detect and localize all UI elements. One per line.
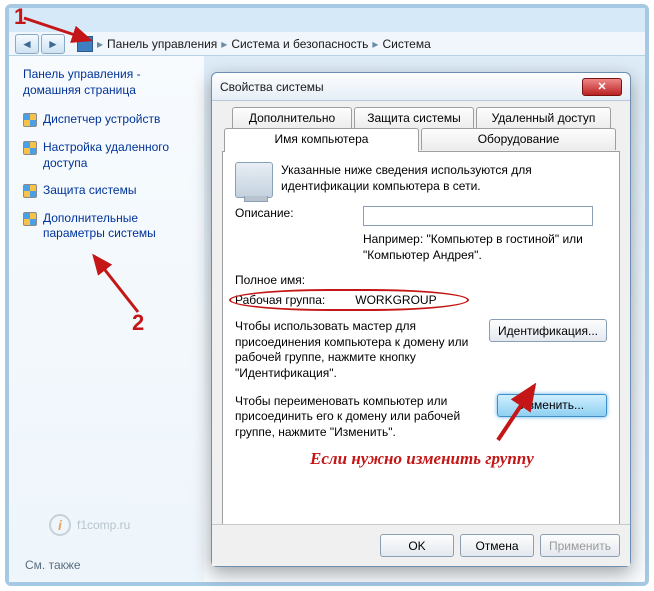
sidebar-item-protection[interactable]: Защита системы: [23, 183, 190, 199]
info-text: Указанные ниже сведения используются для…: [281, 162, 607, 194]
workgroup-value: WORKGROUP: [355, 293, 436, 307]
dialog-body: Дополнительно Защита системы Удаленный д…: [212, 101, 630, 551]
info-icon: i: [49, 514, 71, 536]
tab-computer-name[interactable]: Имя компьютера: [224, 128, 419, 151]
crumb-l1[interactable]: Система и безопасность: [231, 37, 368, 51]
sidebar-item-remote[interactable]: Настройка удаленного доступа: [23, 140, 190, 171]
breadcrumb-bar: ◄ ► ▸ Панель управления ▸ Система и безо…: [9, 32, 645, 56]
tab-remote[interactable]: Удаленный доступ: [476, 107, 611, 129]
sidebar-item-advanced[interactable]: Дополнительные параметры системы: [23, 211, 190, 242]
dialog-titlebar[interactable]: Свойства системы ✕: [212, 73, 630, 101]
control-panel-icon: [77, 36, 93, 52]
system-properties-dialog: Свойства системы ✕ Дополнительно Защита …: [211, 72, 631, 567]
workgroup-row: Рабочая группа: WORKGROUP: [235, 293, 607, 307]
sidebar-item-device-manager[interactable]: Диспетчер устройств: [23, 112, 190, 128]
shield-icon: [23, 212, 37, 226]
chevron-right-icon: ▸: [372, 37, 378, 51]
identification-button[interactable]: Идентификация...: [489, 319, 607, 342]
crumb-root[interactable]: Панель управления: [107, 37, 217, 51]
apply-button[interactable]: Применить: [540, 534, 620, 557]
window-titlebar: [9, 8, 645, 32]
dialog-footer: OK Отмена Применить: [212, 524, 630, 566]
tab-advanced[interactable]: Дополнительно: [232, 107, 352, 129]
sidebar-item-label: Настройка удаленного доступа: [43, 140, 190, 171]
close-button[interactable]: ✕: [582, 78, 622, 96]
ok-button[interactable]: OK: [380, 534, 454, 557]
nav-forward-button[interactable]: ►: [41, 34, 65, 54]
description-hint: Например: "Компьютер в гостиной" или "Ко…: [363, 232, 607, 263]
workgroup-label: Рабочая группа:: [235, 293, 325, 307]
tab-strip: Дополнительно Защита системы Удаленный д…: [222, 107, 620, 151]
sidebar-item-label: Диспетчер устройств: [43, 112, 160, 128]
watermark: i f1comp.ru: [49, 514, 130, 536]
sidebar: Панель управления - домашняя страница Ди…: [9, 56, 204, 582]
crumb-l2[interactable]: Система: [382, 37, 430, 51]
sidebar-heading[interactable]: Панель управления - домашняя страница: [23, 66, 190, 98]
change-paragraph: Чтобы переименовать компьютер или присое…: [235, 394, 470, 441]
ident-paragraph: Чтобы использовать мастер для присоедине…: [235, 319, 470, 381]
breadcrumb[interactable]: ▸ Панель управления ▸ Система и безопасн…: [73, 36, 435, 52]
chevron-right-icon: ▸: [221, 37, 227, 51]
description-input[interactable]: [363, 206, 593, 226]
tab-pane-computer-name: Указанные ниже сведения используются для…: [222, 151, 620, 541]
fullname-label: Полное имя:: [235, 273, 355, 287]
tab-hardware[interactable]: Оборудование: [421, 128, 616, 150]
shield-icon: [23, 113, 37, 127]
shield-icon: [23, 141, 37, 155]
sidebar-item-label: Дополнительные параметры системы: [43, 211, 190, 242]
chevron-right-icon: ▸: [97, 37, 103, 51]
shield-icon: [23, 184, 37, 198]
dialog-title: Свойства системы: [220, 80, 324, 94]
tab-protection[interactable]: Защита системы: [354, 107, 474, 129]
cancel-button[interactable]: Отмена: [460, 534, 534, 557]
sidebar-footer[interactable]: См. также: [25, 558, 81, 572]
description-label: Описание:: [235, 206, 355, 220]
sidebar-item-label: Защита системы: [43, 183, 136, 199]
nav-back-button[interactable]: ◄: [15, 34, 39, 54]
computer-icon: [235, 162, 273, 198]
change-button[interactable]: Изменить...: [497, 394, 607, 417]
